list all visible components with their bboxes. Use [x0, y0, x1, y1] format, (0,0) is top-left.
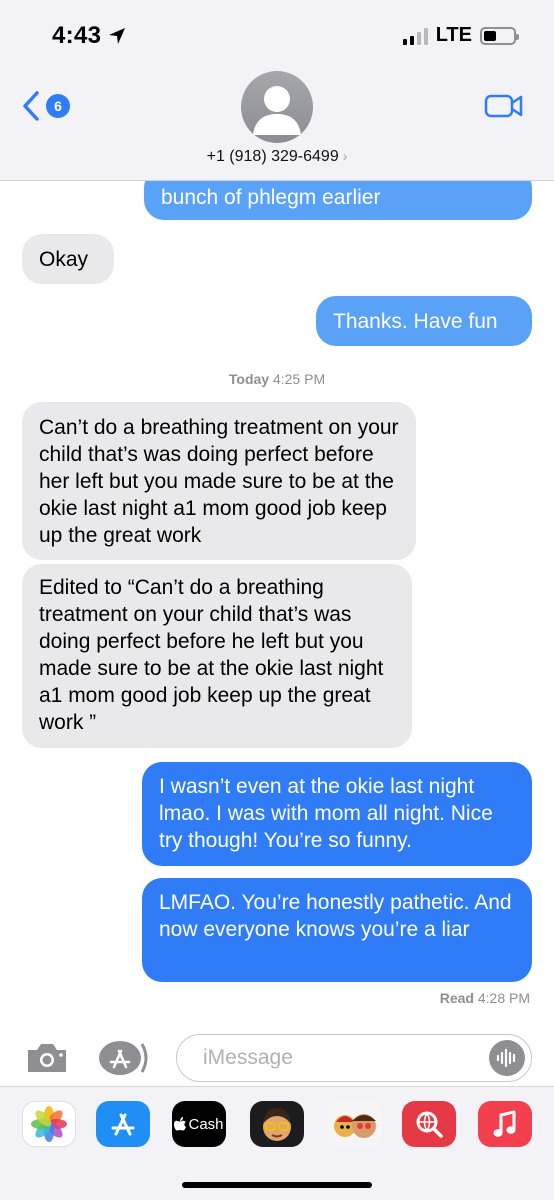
read-receipt-time: 4:28 PM — [477, 990, 530, 1006]
timestamp-day: Today — [228, 371, 270, 387]
apple-cash-label: Cash — [188, 1115, 224, 1133]
music-icon — [493, 1110, 516, 1137]
location-arrow-icon — [109, 28, 126, 44]
message-bubble-received[interactable]: Okay — [22, 234, 114, 284]
contact-number-text: +1 (918) 329-6499 — [206, 148, 339, 165]
photos-icon — [31, 1106, 67, 1142]
apple-cash-button[interactable]: Cash — [172, 1101, 226, 1147]
message-input-field[interactable] — [176, 1034, 532, 1082]
video-camera-icon — [484, 94, 523, 118]
composer-bar — [0, 1030, 554, 1086]
cellular-signal-icon — [402, 27, 428, 45]
chevron-left-icon — [23, 91, 39, 121]
app-store-button[interactable] — [96, 1101, 150, 1147]
message-bubble-received[interactable]: Can’t do a breathing treatment on your c… — [22, 402, 416, 560]
message-bubble-sent[interactable]: LMFAO. You’re honestly pathetic. And now… — [142, 878, 532, 982]
camera-icon — [28, 1044, 66, 1072]
person-placeholder-icon — [253, 86, 301, 135]
back-button[interactable]: 6 — [22, 90, 70, 122]
battery-icon — [480, 26, 519, 45]
music-app-button[interactable] — [478, 1101, 532, 1147]
message-input[interactable] — [203, 1046, 483, 1070]
web-search-icon — [416, 1111, 443, 1138]
contact-name-button[interactable]: +1 (918) 329-6499 › — [0, 148, 554, 166]
message-bubble-sent[interactable]: Thanks. Have fun — [316, 296, 532, 346]
message-text: LMFAO. You’re honestly pathetic. And now… — [159, 891, 512, 941]
app-drawer-button[interactable] — [98, 1039, 154, 1082]
conversation-timestamp: Today 4:25 PM — [0, 371, 554, 387]
status-bar-indicators: LTE — [402, 24, 519, 47]
message-text: bunch of phlegm earlier — [161, 186, 381, 209]
message-text: Okay — [39, 248, 89, 271]
memoji-icon — [263, 1108, 291, 1141]
timestamp-time: 4:25 PM — [272, 371, 326, 387]
message-text: Can’t do a breathing treatment on your c… — [39, 416, 399, 547]
camera-button[interactable] — [24, 1040, 70, 1081]
message-text: Thanks. Have fun — [333, 310, 498, 333]
message-text: I wasn’t even at the okie last night lma… — [159, 775, 493, 852]
message-text: Edited to “Can’t do a breathing treatmen… — [39, 576, 384, 734]
conversation-header: 4:43 LTE 6 +1 (918) 329-6499 › — [0, 0, 554, 181]
message-bubble-received-edited[interactable]: Edited to “Can’t do a breathing treatmen… — [22, 564, 412, 748]
status-bar-time: 4:43 — [52, 22, 127, 50]
app-store-icon — [111, 1113, 135, 1136]
memoji-stickers-button[interactable] — [328, 1101, 382, 1147]
facetime-video-button[interactable] — [484, 92, 524, 125]
app-store-toggle-icon — [99, 1041, 148, 1075]
read-receipt: Read 4:28 PM — [440, 990, 530, 1006]
unread-count-badge: 6 — [46, 94, 70, 118]
web-images-button[interactable] — [402, 1101, 456, 1147]
memoji-button[interactable] — [250, 1101, 304, 1147]
apple-cash-icon — [174, 1117, 187, 1131]
contact-avatar[interactable] — [241, 71, 313, 143]
home-indicator[interactable] — [182, 1182, 372, 1188]
network-type: LTE — [435, 24, 472, 46]
animoji-stickers-icon — [334, 1114, 376, 1138]
read-receipt-label: Read — [439, 990, 474, 1006]
clock-text: 4:43 — [52, 22, 102, 49]
audio-message-button[interactable] — [489, 1040, 525, 1076]
waveform-icon — [496, 1048, 516, 1068]
chevron-right-icon: › — [342, 148, 348, 164]
photos-app-button[interactable] — [22, 1101, 76, 1147]
message-bubble-sent[interactable]: I wasn’t even at the okie last night lma… — [142, 762, 532, 866]
